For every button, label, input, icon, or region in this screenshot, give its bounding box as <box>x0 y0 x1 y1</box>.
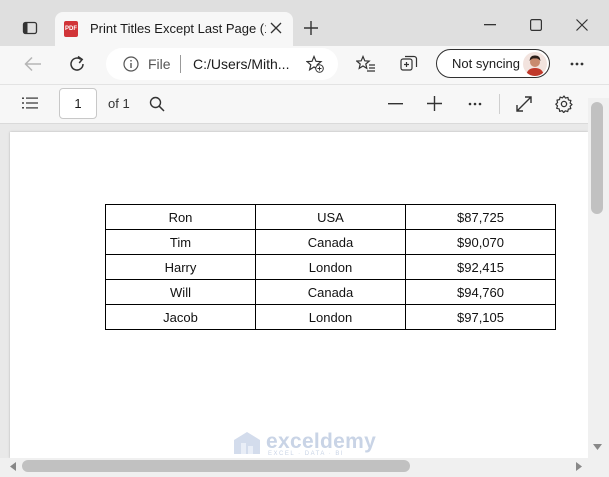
info-icon[interactable] <box>123 56 139 72</box>
table-cell-amount: $97,105 <box>405 304 556 330</box>
data-table: Ron USA $87,725 Tim Canada $90,070 Harry… <box>105 204 556 330</box>
pdf-file-icon: PDF <box>64 21 78 37</box>
table-cell-name: Jacob <box>105 304 256 330</box>
table-cell-location: USA <box>255 204 406 230</box>
more-tools-icon[interactable] <box>468 102 482 106</box>
search-icon[interactable] <box>149 96 165 112</box>
address-url[interactable]: C:/Users/Mith... <box>193 55 289 73</box>
zoom-in-icon[interactable] <box>427 96 442 111</box>
fit-page-icon[interactable] <box>516 96 532 112</box>
scroll-down-arrow-icon[interactable] <box>593 444 602 450</box>
table-cell-location: London <box>255 304 406 330</box>
back-icon[interactable] <box>24 56 42 72</box>
table-row: Will Canada $94,760 <box>105 279 556 305</box>
tab-actions-icon[interactable] <box>22 20 38 36</box>
favorites-icon[interactable] <box>356 55 376 73</box>
table-cell-name: Will <box>105 279 256 305</box>
table-cell-amount: $94,760 <box>405 279 556 305</box>
table-cell-location: Canada <box>255 279 406 305</box>
table-cell-location: Canada <box>255 229 406 255</box>
maximize-icon[interactable] <box>530 19 542 31</box>
table-cell-name: Harry <box>105 254 256 280</box>
scroll-left-arrow-icon[interactable] <box>10 462 16 471</box>
scroll-right-arrow-icon[interactable] <box>576 462 582 471</box>
table-row: Ron USA $87,725 <box>105 204 556 230</box>
vertical-scroll-thumb[interactable] <box>591 102 603 214</box>
scrollbar-corner <box>588 458 609 477</box>
watermark-tagline: EXCEL · DATA · BI <box>268 451 345 457</box>
table-row: Tim Canada $90,070 <box>105 229 556 255</box>
more-options-icon[interactable] <box>570 62 584 66</box>
sync-status-label: Not syncing <box>452 56 520 71</box>
page-count-label: of 1 <box>108 96 130 111</box>
minimize-icon[interactable] <box>484 24 496 26</box>
horizontal-scroll-thumb[interactable] <box>22 460 410 472</box>
add-favorite-icon[interactable] <box>306 55 324 73</box>
collections-icon[interactable] <box>400 55 418 73</box>
table-row: Jacob London $97,105 <box>105 304 556 330</box>
close-window-icon[interactable] <box>576 19 588 31</box>
table-cell-name: Tim <box>105 229 256 255</box>
zoom-out-icon[interactable] <box>388 103 403 105</box>
refresh-icon[interactable] <box>68 55 86 73</box>
table-cell-amount: $87,725 <box>405 204 556 230</box>
new-tab-icon[interactable] <box>303 20 319 36</box>
table-of-contents-icon[interactable] <box>22 97 38 109</box>
watermark-logo-icon <box>232 430 262 458</box>
tab-title: Print Titles Except Last Page (1).pdf <box>90 21 266 36</box>
table-cell-location: London <box>255 254 406 280</box>
table-cell-name: Ron <box>105 204 256 230</box>
settings-gear-icon[interactable] <box>555 95 573 113</box>
close-tab-icon[interactable] <box>270 22 282 34</box>
address-scheme-label: File <box>148 56 171 72</box>
table-cell-amount: $90,070 <box>405 229 556 255</box>
toolbar-divider <box>499 94 500 114</box>
avatar[interactable] <box>523 52 547 76</box>
address-divider <box>180 55 181 73</box>
table-cell-amount: $92,415 <box>405 254 556 280</box>
table-row: Harry London $92,415 <box>105 254 556 280</box>
page-number-input[interactable]: 1 <box>59 88 97 119</box>
